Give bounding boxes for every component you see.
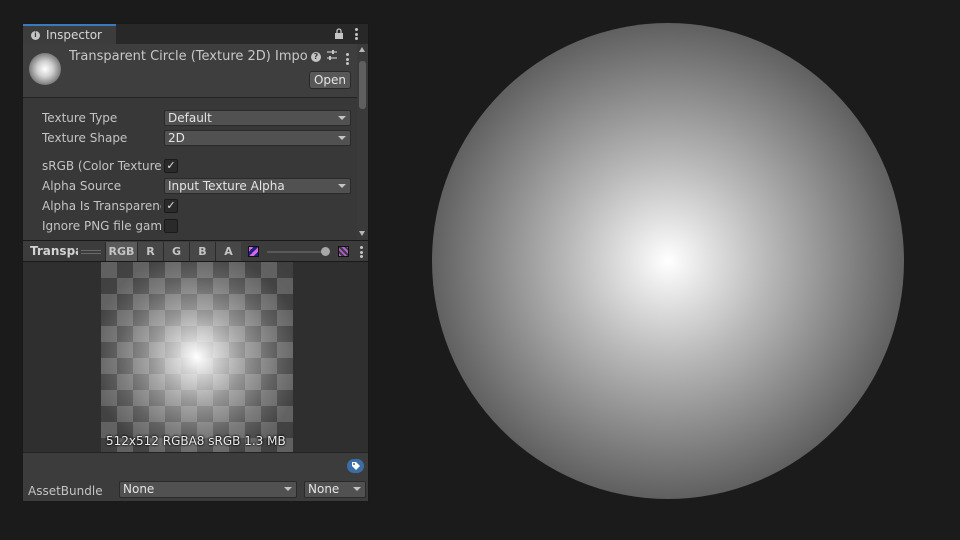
texture-type-dropdown[interactable]: Default	[164, 110, 351, 126]
ignore-png-gamma-checkbox[interactable]	[164, 219, 178, 233]
chevron-down-icon	[284, 487, 292, 491]
preview-toolbar: Transpa RGB R G B A	[23, 240, 368, 262]
alpha-is-transparency-label: Alpha Is Transparenc	[42, 199, 161, 213]
inspector-window: i Inspector Transparent Circle (Texture …	[22, 23, 369, 502]
ignore-png-gamma-label: Ignore PNG file gamm	[42, 219, 161, 233]
importer-title: Transparent Circle (Texture 2D) Impo	[69, 49, 308, 64]
asset-bundle-variant-dropdown[interactable]: None	[304, 481, 366, 498]
channel-a-button[interactable]: A	[215, 242, 241, 261]
asset-label-icon[interactable]	[347, 459, 364, 473]
alpha-source-dropdown[interactable]: Input Texture Alpha	[164, 178, 351, 194]
channel-r-button[interactable]: R	[137, 242, 163, 261]
inspector-tabbar: i Inspector	[23, 24, 368, 44]
alpha-blend-icon[interactable]	[338, 246, 349, 257]
asset-bundle-footer: AssetBundle None None	[23, 452, 368, 501]
texture-info-label: 512x512 RGBA8 sRGB 1.3 MB	[106, 434, 286, 448]
texture-thumbnail	[29, 53, 61, 85]
texture-preview-image	[101, 262, 293, 452]
chevron-down-icon	[338, 116, 346, 120]
scroll-up-arrow-icon[interactable]	[359, 47, 365, 52]
inspector-scrollbar[interactable]	[357, 44, 368, 240]
alpha-source-value: Input Texture Alpha	[168, 179, 285, 193]
scroll-thumb[interactable]	[359, 61, 366, 109]
texture-type-value: Default	[168, 111, 212, 125]
asset-bundle-label: AssetBundle	[28, 484, 103, 498]
texture-preview-large	[432, 23, 904, 499]
texture-preview-panel: 512x512 RGBA8 sRGB 1.3 MB	[23, 262, 368, 452]
asset-bundle-value: None	[123, 482, 155, 496]
texture-shape-value: 2D	[168, 131, 185, 145]
texture-shape-dropdown[interactable]: 2D	[164, 130, 351, 146]
mip-level-slider[interactable]	[267, 251, 325, 253]
mip-level-icon	[248, 246, 259, 257]
header-menu-icon[interactable]	[346, 53, 349, 65]
inspector-tab[interactable]: i Inspector	[23, 24, 116, 44]
texture-shape-label: Texture Shape	[42, 131, 128, 145]
channel-g-button[interactable]: G	[163, 242, 189, 261]
importer-header: Transparent Circle (Texture 2D) Impo ? O…	[23, 44, 357, 98]
srgb-label: sRGB (Color Texture)	[42, 159, 161, 173]
texture-preview-checkerboard	[101, 262, 293, 452]
srgb-checkbox[interactable]: ✓	[164, 159, 178, 173]
chevron-down-icon	[338, 136, 346, 140]
chevron-down-icon	[353, 487, 361, 491]
presets-icon[interactable]	[326, 49, 338, 64]
texture-type-label: Texture Type	[42, 111, 118, 125]
channel-b-button[interactable]: B	[189, 242, 215, 261]
scroll-down-arrow-icon[interactable]	[359, 231, 365, 236]
info-icon: i	[31, 30, 40, 40]
window-menu-icon[interactable]	[355, 28, 358, 40]
open-button[interactable]: Open	[309, 71, 351, 89]
import-settings: Texture Type Default Texture Shape 2D sR…	[23, 99, 357, 240]
asset-bundle-dropdown[interactable]: None	[119, 481, 297, 498]
help-icon[interactable]: ?	[311, 52, 321, 62]
tab-label: Inspector	[46, 28, 102, 42]
drag-handle[interactable]	[81, 250, 101, 254]
channel-rgb-button[interactable]: RGB	[105, 242, 137, 261]
preview-menu-icon[interactable]	[360, 246, 363, 258]
alpha-source-label: Alpha Source	[42, 179, 122, 193]
asset-bundle-variant-value: None	[308, 482, 340, 496]
alpha-is-transparency-checkbox[interactable]: ✓	[164, 199, 178, 213]
mip-level-slider-thumb[interactable]	[321, 247, 330, 256]
preview-title: Transpa	[30, 244, 78, 258]
lock-icon[interactable]	[334, 28, 344, 42]
chevron-down-icon	[338, 184, 346, 188]
